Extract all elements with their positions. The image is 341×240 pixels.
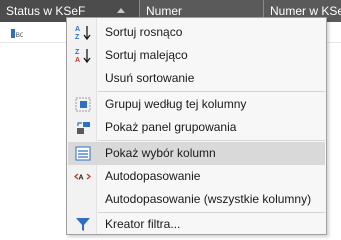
menu-item-best-fit[interactable]: A Autodopasowanie [68,165,325,188]
text-filter-icon: BC [11,29,23,38]
menu-item-sort-descending[interactable]: Z A Sortuj malejąco [68,44,325,67]
menu-item-label: Autodopasowanie [105,169,201,183]
menu-separator [98,140,325,141]
menu-item-clear-sorting[interactable]: Usuń sortowanie [68,67,325,90]
sort-ascending-icon: A Z [75,26,91,41]
menu-item-label: Sortuj rosnąco [105,25,183,39]
menu-item-label: Pokaż wybór kolumn [105,146,216,160]
menu-item-show-column-chooser[interactable]: Pokaż wybór kolumn [68,142,325,165]
menu-item-label: Usuń sortowanie [105,71,195,85]
group-panel-icon [77,122,90,134]
column-header-label: Numer [146,4,183,18]
column-context-menu: A Z Sortuj rosnąco Z A Sortuj malejąco U… [66,17,327,235]
svg-text:A: A [75,26,80,33]
column-chooser-icon [75,146,91,161]
menu-item-best-fit-all-columns[interactable]: Autodopasowanie (wszystkie kolumny) [68,188,325,211]
sort-indicator-icon [117,8,125,13]
sort-descending-icon: Z A [75,49,91,64]
svg-text:BC: BC [16,32,23,38]
menu-item-show-group-panel[interactable]: Pokaż panel grupowania [68,116,325,139]
menu-item-label: Pokaż panel grupowania [105,120,237,134]
menu-item-filter-editor[interactable]: Kreator filtra... [68,213,325,236]
group-by-column-icon [75,97,91,112]
column-header-label: Numer w KSeF [270,4,341,18]
filter-icon [76,218,90,231]
menu-item-label: Autodopasowanie (wszystkie kolumny) [105,192,312,206]
svg-text:A: A [79,175,84,182]
svg-text:Z: Z [75,49,80,56]
menu-item-group-by-column[interactable]: Grupuj według tej kolumny [68,93,325,116]
menu-item-sort-ascending[interactable]: A Z Sortuj rosnąco [68,21,325,44]
svg-text:Z: Z [75,34,80,41]
menu-item-label: Sortuj malejąco [105,48,188,62]
menu-item-label: Kreator filtra... [105,217,181,231]
best-fit-icon: A [74,173,92,182]
menu-separator [98,91,325,92]
column-header-label: Status w KSeF [6,4,86,18]
svg-text:A: A [75,57,80,64]
menu-item-label: Grupuj według tej kolumny [105,97,247,111]
